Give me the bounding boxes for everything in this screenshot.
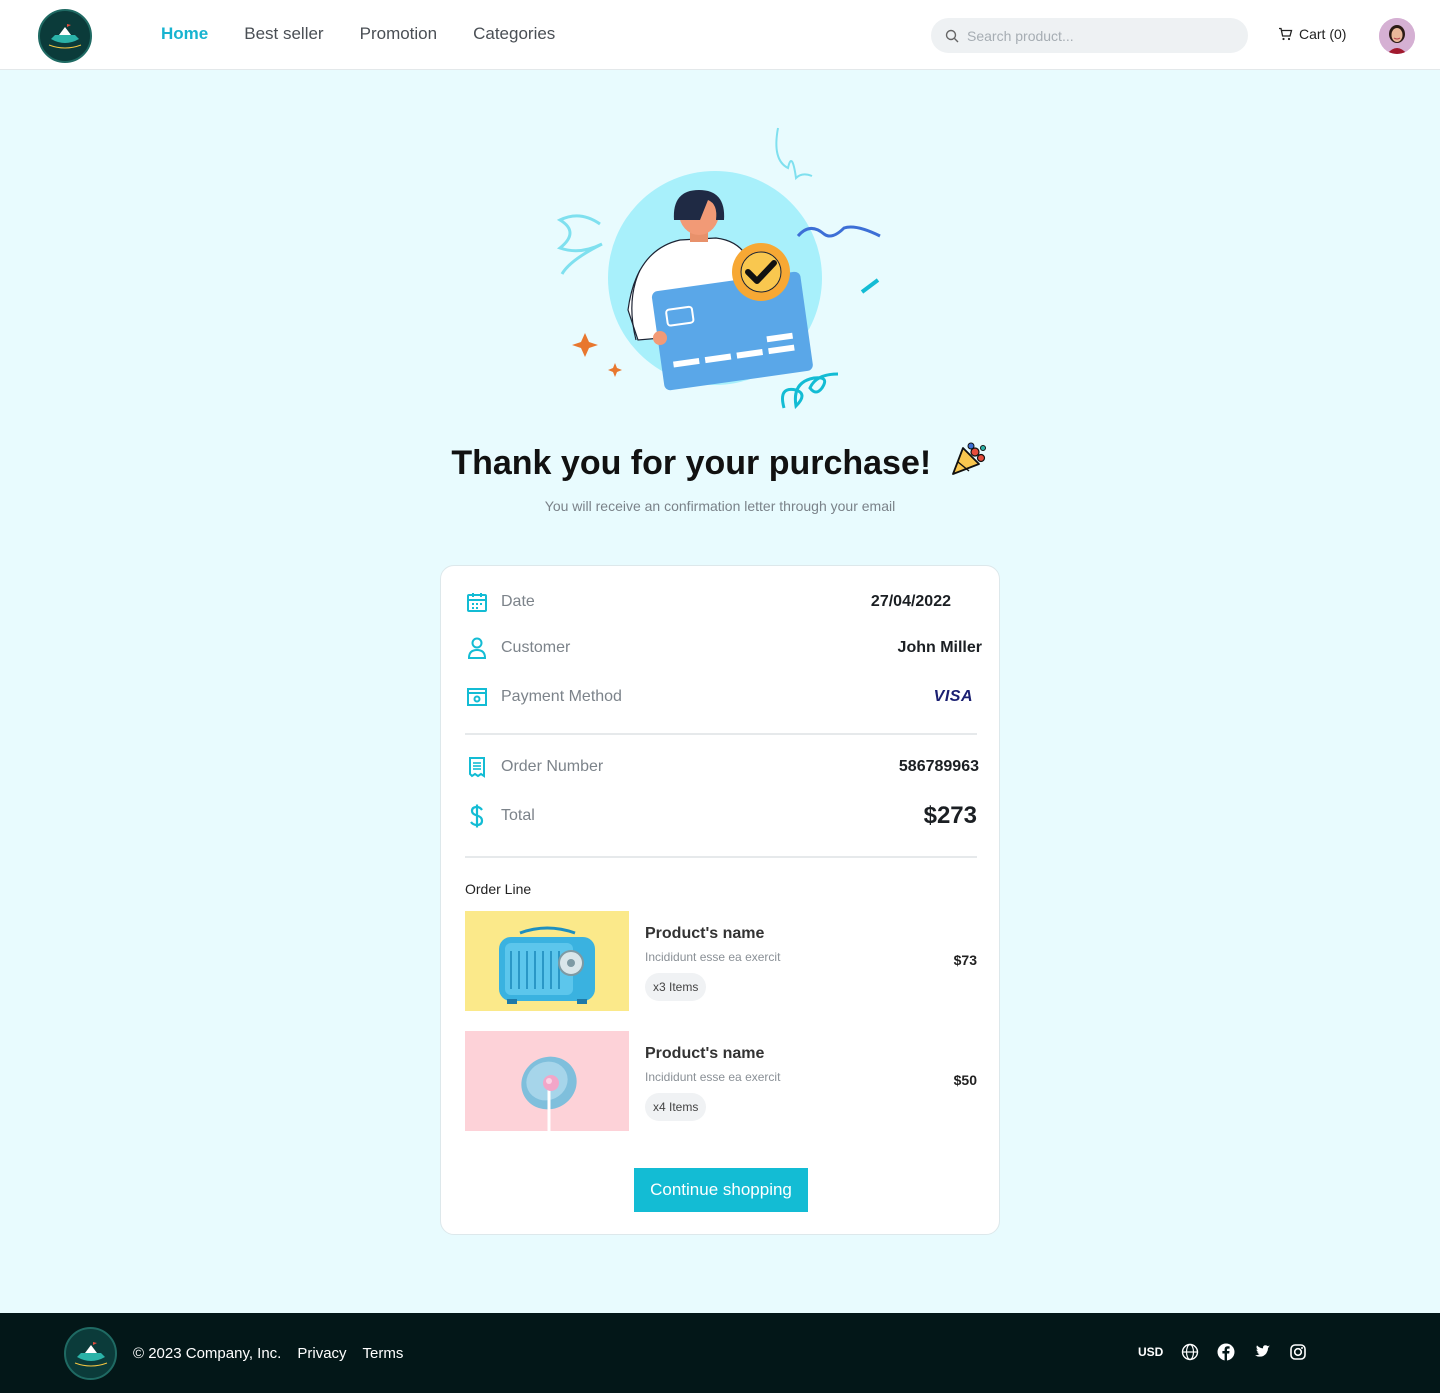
payment-card-icon [465,685,489,709]
payment-success-illustration [540,120,900,420]
date-label: Date [501,593,535,610]
brand-logo[interactable] [38,9,92,63]
product-name: Product's name [645,925,765,942]
divider [465,733,977,735]
nav-promotion[interactable]: Promotion [360,24,437,44]
customer-value: John Miller [897,639,982,656]
date-row: Date 27/04/2022 [465,590,977,614]
nav-home[interactable]: Home [161,24,208,44]
logo-boat-icon [74,1341,107,1366]
cart-button[interactable]: Cart (0) [1278,26,1346,42]
search-box[interactable] [931,18,1248,53]
calendar-icon [465,590,489,614]
customer-row: Customer John Miller [465,636,982,660]
payment-row: Payment Method VISA [465,685,977,709]
cart-label: Cart (0) [1299,26,1347,42]
privacy-link[interactable]: Privacy [297,1345,346,1362]
page-title-text: Thank you for your purchase! [451,444,932,482]
product-description: Incididunt esse ea exercit [645,1070,781,1084]
page-title: Thank you for your purchase! [0,438,1440,483]
continue-shopping-button[interactable]: Continue shopping [634,1168,808,1212]
search-icon [945,29,959,42]
total-row: Total $273 [465,802,977,830]
product-price: $73 [953,952,977,968]
product-description: Incididunt esse ea exercit [645,950,781,964]
footer: © 2023 Company, Inc. Privacy Terms USD [0,1313,1440,1393]
receipt-icon [465,755,489,779]
footer-logo[interactable] [64,1327,117,1380]
quantity-badge: x4 Items [645,1093,707,1121]
product-name: Product's name [645,1045,765,1062]
order-line-title: Order Line [465,881,532,897]
copyright-text: © 2023 Company, Inc. [133,1345,282,1362]
order-number-row: Order Number 586789963 [465,755,979,779]
instagram-icon[interactable] [1289,1343,1307,1361]
nav-categories[interactable]: Categories [473,24,555,44]
logo-boat-icon [48,24,82,49]
divider [465,856,977,858]
order-summary-card: Date 27/04/2022 Customer John Miller Pay… [440,565,1000,1235]
total-value: $273 [923,802,977,829]
customer-label: Customer [501,639,571,656]
product-image-lollipop [465,1031,629,1131]
facebook-icon[interactable] [1217,1343,1235,1361]
product-price: $50 [953,1072,977,1088]
cart-icon [1279,27,1293,41]
currency-selector[interactable]: USD [1138,1345,1163,1359]
visa-logo: VISA [933,688,973,705]
order-line-item[interactable]: Product's name Incididunt esse ea exerci… [465,1031,977,1131]
globe-icon[interactable] [1181,1343,1199,1361]
footer-links: © 2023 Company, Inc. Privacy Terms [133,1345,403,1362]
user-avatar[interactable] [1379,18,1415,54]
order-number-value: 586789963 [898,758,979,775]
twitter-icon[interactable] [1253,1344,1271,1360]
order-number-label: Order Number [501,758,604,775]
payment-label: Payment Method [501,688,622,705]
order-line-item[interactable]: Product's name Incididunt esse ea exerci… [465,911,977,1011]
footer-social: USD [1138,1343,1307,1361]
dollar-icon [465,804,489,828]
search-input[interactable] [967,27,1227,44]
avatar-photo-icon [1379,18,1415,54]
total-label: Total [501,807,535,824]
main-nav: Home Best seller Promotion Categories [161,24,555,44]
top-navbar: Home Best seller Promotion Categories Ca… [0,0,1440,70]
product-image-radio [465,911,629,1011]
terms-link[interactable]: Terms [363,1345,404,1362]
party-popper-icon [951,442,986,475]
date-value: 27/04/2022 [870,593,951,610]
quantity-badge: x3 Items [645,973,707,1001]
user-icon [465,636,489,660]
page-subtitle: You will receive an confirmation letter … [544,498,896,514]
nav-best-seller[interactable]: Best seller [244,24,323,44]
